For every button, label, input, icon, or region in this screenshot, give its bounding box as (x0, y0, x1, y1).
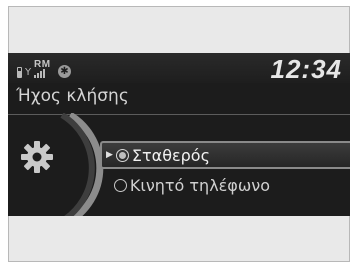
signal-strength-icon: Y RM (25, 59, 53, 80)
battery-icon (17, 67, 22, 78)
status-icons: Y RM ✱ (17, 58, 71, 80)
option-label: Κινητό τηλέφωνο (129, 175, 270, 195)
antenna-icon: Y (25, 67, 32, 78)
selection-pointer-icon: ▶ (106, 150, 113, 160)
gear-icon (21, 141, 53, 173)
option-stathero[interactable]: ▶ Σταθερός (100, 141, 350, 169)
page-title: Ήχος κλήσης (16, 86, 129, 106)
option-kinito-tilefono[interactable]: ▶ Κινητό τηλέφωνο (100, 171, 350, 199)
bluetooth-icon: ✱ (58, 65, 71, 78)
status-bar: Y RM ✱ 12:34 (8, 53, 350, 84)
display-screen: Y RM ✱ 12:34 Ήχος κλήσης ▶ Σταθερός Κινη… (8, 53, 350, 216)
signal-bars (34, 69, 45, 78)
option-label: Σταθερός (131, 145, 210, 165)
radio-unselected-icon[interactable] (113, 178, 127, 192)
radio-selected-icon[interactable] (115, 148, 129, 162)
clock: 12:34 (270, 54, 342, 84)
